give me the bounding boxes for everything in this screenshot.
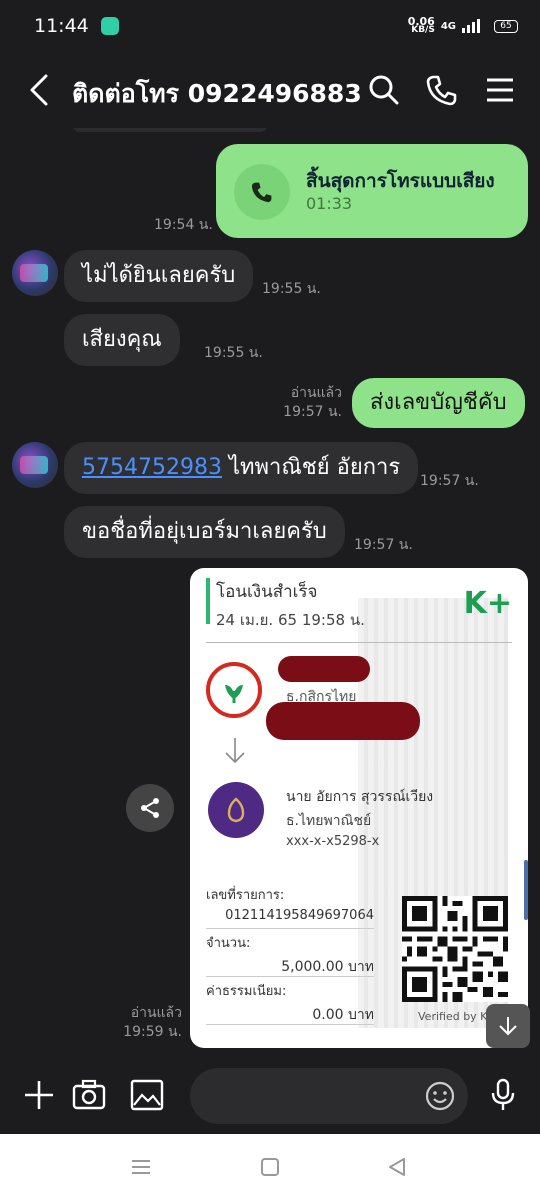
fee-value: 0.00 บาท: [312, 1007, 374, 1023]
chat-title: ติดต่อโทร 0922496883: [72, 79, 362, 108]
notification-icon: [100, 17, 119, 35]
phone-icon: [251, 182, 272, 203]
outgoing-message[interactable]: ส่งเลขบัญชีคับ: [352, 378, 525, 428]
incoming-message[interactable]: ไม่ได้ยินเลยครับ: [64, 250, 254, 302]
kplus-logo-text: K+: [463, 586, 512, 621]
incoming-message[interactable]: ขอชื่อที่อยุ่เบอร์มาเลยครับ: [64, 506, 345, 558]
recipient-name: นาย อัยการ สุวรรณ์เวียง: [286, 789, 434, 805]
call-duration: 01:33: [306, 194, 353, 213]
message-time: 19:57 น.: [354, 537, 413, 553]
chat-messages[interactable]: สิ้นสุดการโทรแบบเสียง 01:33 19:54 น. ไม่…: [0, 128, 540, 1058]
battery-icon: 65: [494, 19, 518, 33]
slip-date: 24 เม.ย. 65 19:58 น.: [216, 611, 365, 629]
share-button[interactable]: [126, 784, 174, 832]
network-speed: 0.06 KB/S: [408, 16, 435, 35]
scroll-to-bottom-button[interactable]: [486, 1004, 530, 1048]
read-label: อ่านแล้ว: [130, 1005, 182, 1021]
message-time: 19:59 น.: [123, 1024, 182, 1040]
status-indicators: 0.06 KB/S 4G 65: [408, 16, 518, 35]
share-icon: [141, 798, 159, 818]
call-status-text: สิ้นสุดการโทรแบบเสียง: [306, 170, 495, 192]
avatar[interactable]: [12, 442, 58, 488]
signal-icon: [462, 19, 480, 33]
slip-accent-bar: [206, 578, 210, 624]
redaction-mark: [266, 702, 420, 740]
emoji-icon[interactable]: [424, 1080, 456, 1112]
redaction-mark: [278, 656, 370, 682]
reference-number: 012114195849697064: [225, 908, 374, 923]
fee-label: ค่าธรรมเนียม:: [206, 984, 287, 999]
qr-code: [402, 896, 508, 1002]
kplus-logo: K+: [464, 586, 512, 621]
call-icon-circle: [234, 164, 290, 220]
battery-level: 65: [500, 20, 512, 31]
amount-label: จำนวน:: [206, 936, 251, 951]
read-receipt: อ่านแล้ว 19:57 น.: [283, 384, 342, 422]
arrow-down-icon: [499, 1017, 517, 1036]
reference-label: เลขที่รายการ:: [206, 888, 285, 903]
account-number-link[interactable]: 5754752983: [82, 455, 222, 480]
read-label: อ่านแล้ว: [290, 385, 342, 401]
divider: [206, 976, 374, 977]
message-text: ไทพาณิชย์ อัยการ: [221, 455, 401, 480]
network-type: 4G: [440, 20, 456, 32]
network-speed-unit: KB/S: [411, 25, 435, 35]
slip-title: โอนเงินสำเร็จ: [216, 582, 318, 602]
verified-by-text: Verified by K+: [418, 1010, 497, 1023]
home-icon[interactable]: [259, 1156, 281, 1178]
camera-icon[interactable]: [70, 1076, 108, 1114]
recent-apps-icon[interactable]: [130, 1156, 152, 1178]
status-bar: 11:44 0.06 KB/S 4G 65: [0, 0, 540, 52]
message-time: 19:57 น.: [283, 404, 342, 420]
status-time: 11:44: [34, 15, 89, 37]
incoming-message[interactable]: เสียงคุณ: [64, 314, 180, 366]
avatar[interactable]: [12, 250, 58, 296]
divider: [206, 928, 374, 929]
amount-value: 5,000.00 บาท: [281, 959, 374, 975]
microphone-icon[interactable]: [484, 1076, 522, 1114]
recipient-account: xxx-x-x5298-x: [286, 834, 380, 849]
kbank-logo: [206, 662, 262, 718]
menu-icon[interactable]: [482, 72, 518, 108]
message-time: 19:55 น.: [204, 345, 263, 361]
system-navigation-bar: [0, 1134, 540, 1200]
message-time: 19:55 น.: [262, 281, 321, 297]
back-icon[interactable]: [26, 72, 56, 108]
recipient-bank: ธ.ไทยพาณิชย์: [286, 813, 372, 829]
scrollbar[interactable]: [524, 860, 528, 920]
arrow-down-icon: [225, 738, 245, 764]
read-receipt: อ่านแล้ว 19:59 น.: [123, 1004, 182, 1042]
back-nav-icon[interactable]: [386, 1156, 408, 1178]
incoming-message[interactable]: 5754752983 ไทพาณิชย์ อัยการ: [64, 442, 419, 494]
call-ended-bubble[interactable]: สิ้นสุดการโทรแบบเสียง 01:33: [216, 144, 528, 238]
divider: [206, 1024, 374, 1025]
scb-logo: [208, 782, 264, 838]
image-icon[interactable]: [128, 1076, 166, 1114]
plus-icon[interactable]: [20, 1076, 58, 1114]
message-input-bar: [0, 1058, 540, 1134]
message-time: 19:54 น.: [154, 217, 213, 233]
search-icon[interactable]: [366, 72, 402, 108]
phone-icon[interactable]: [424, 72, 460, 108]
chat-header: ติดต่อโทร 0922496883: [0, 52, 540, 128]
message-time: 19:57 น.: [420, 473, 479, 489]
divider: [206, 642, 512, 643]
transfer-slip-image[interactable]: โอนเงินสำเร็จ 24 เม.ย. 65 19:58 น. K+ ธ.…: [190, 568, 528, 1048]
previous-message-bubble: [72, 128, 268, 132]
